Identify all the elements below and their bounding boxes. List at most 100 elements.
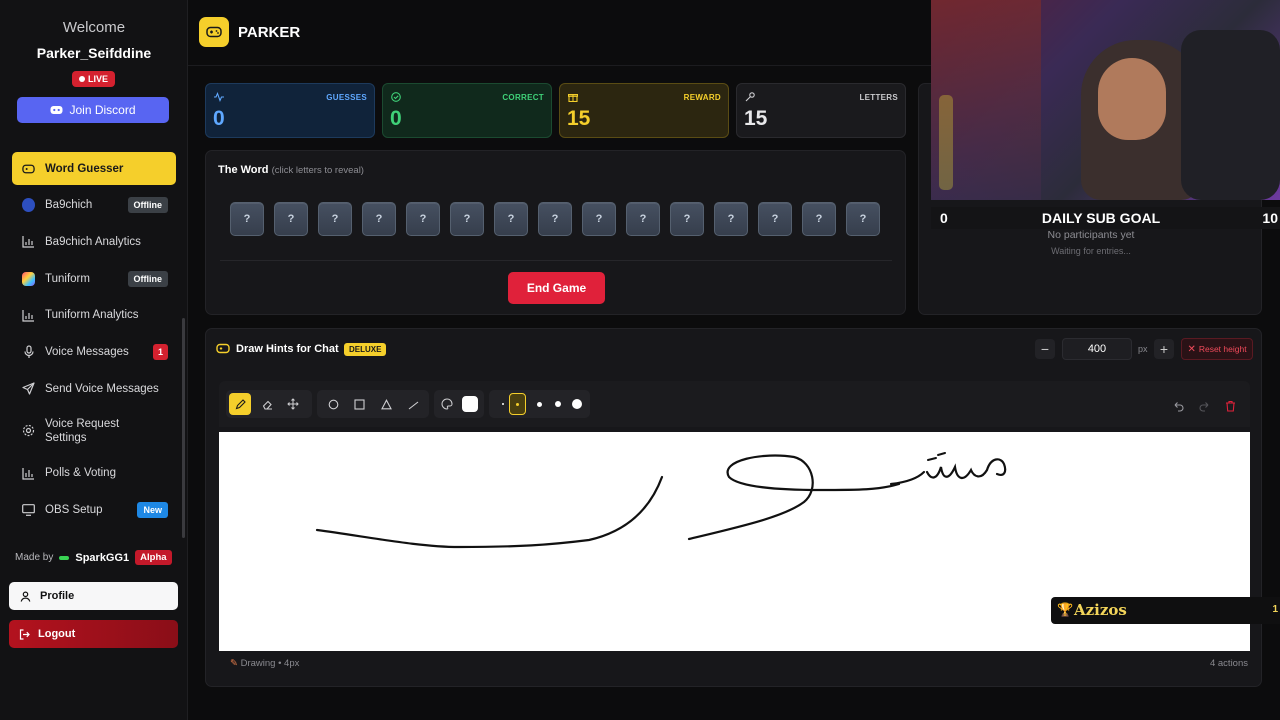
tool-group-color <box>434 390 484 418</box>
author-name[interactable]: SparkGG1 <box>75 552 129 564</box>
letter-tile[interactable]: ? <box>494 202 528 236</box>
sidebar-item-ba9chich-analytics[interactable]: Ba9chich Analytics <box>12 225 176 258</box>
palette-tool[interactable] <box>436 393 458 415</box>
sidebar-item-voice-request-settings[interactable]: Voice Request Settings <box>12 409 176 453</box>
stat-value: 0 <box>390 107 402 130</box>
trash-icon <box>1225 400 1235 412</box>
sidebar-item-label: OBS Setup <box>45 503 103 516</box>
drawn-stroke <box>315 475 664 549</box>
join-discord-label: Join Discord <box>69 103 136 117</box>
height-input[interactable]: 400 <box>1062 338 1132 360</box>
reset-height-button[interactable]: ✕ Reset height <box>1181 338 1253 360</box>
user-icon <box>20 590 31 602</box>
gamepad-logo-icon <box>199 17 229 47</box>
sidebar-item-send-voice-messages[interactable]: Send Voice Messages <box>12 372 176 405</box>
sidebar-item-polls-voting[interactable]: Polls & Voting <box>12 457 176 490</box>
circle-icon <box>328 399 338 409</box>
sidebar-nav: Word Guesser Ba9chich Offline Ba9chich A… <box>12 152 176 530</box>
redo-button[interactable] <box>1194 395 1216 417</box>
letter-tile[interactable]: ? <box>406 202 440 236</box>
join-discord-button[interactable]: Join Discord <box>17 97 169 123</box>
sidebar-item-obs-setup[interactable]: OBS Setup New <box>12 493 176 526</box>
height-increase-button[interactable]: + <box>1154 339 1174 359</box>
palette-icon <box>441 398 453 410</box>
eraser-tool[interactable] <box>256 393 278 415</box>
move-tool[interactable] <box>282 393 304 415</box>
clear-canvas-button[interactable] <box>1219 395 1241 417</box>
sidebar-item-ba9chich[interactable]: Ba9chich Offline <box>12 189 176 222</box>
height-decrease-button[interactable]: − <box>1035 339 1055 359</box>
live-dot-icon <box>78 76 85 82</box>
sidebar-scrollbar[interactable] <box>182 318 185 538</box>
sidebar-item-tuniform[interactable]: Tuniform Offline <box>12 262 176 295</box>
rectangle-tool[interactable] <box>348 393 370 415</box>
check-circle-icon <box>391 92 401 102</box>
webcam-chair <box>1181 30 1280 200</box>
waiting-text: Waiting for entries... <box>1051 246 1131 256</box>
gamepad-icon <box>216 343 230 354</box>
move-icon <box>287 398 299 410</box>
letter-tile[interactable]: ? <box>230 202 264 236</box>
alpha-badge: Alpha <box>135 550 172 565</box>
letter-tile[interactable]: ? <box>626 202 660 236</box>
trophy-icon: 🏆 <box>1057 602 1074 617</box>
sidebar-item-label: Polls & Voting <box>45 467 116 479</box>
stat-card-reward: REWARD 15 <box>559 83 729 138</box>
stat-card-letters: LETTERS 15 <box>736 83 906 138</box>
webcam-overlay <box>931 0 1280 200</box>
made-by-label: Made by <box>15 552 54 563</box>
actions-count: 4 actions <box>1209 658 1248 669</box>
letter-tile[interactable]: ? <box>318 202 352 236</box>
brush-size-4[interactable] <box>509 393 526 415</box>
brush-size-12[interactable] <box>566 393 588 415</box>
sidebar-item-label: Tuniform <box>45 272 90 285</box>
letter-tile[interactable]: ? <box>582 202 616 236</box>
gear-icon <box>22 424 35 437</box>
letter-tile[interactable]: ? <box>758 202 792 236</box>
triangle-tool[interactable] <box>375 393 397 415</box>
word-panel: The Word (click letters to reveal) ?????… <box>205 150 906 315</box>
undo-button[interactable] <box>1167 395 1189 417</box>
divider <box>220 260 892 261</box>
letter-tile[interactable]: ? <box>802 202 836 236</box>
size-dot-icon <box>572 399 582 409</box>
sidebar-item-label: Ba9chich <box>45 199 93 212</box>
letter-tile[interactable]: ? <box>450 202 484 236</box>
gift-icon <box>568 94 578 102</box>
microphone-icon <box>22 345 35 358</box>
letter-tile[interactable]: ? <box>714 202 748 236</box>
stat-label: GUESSES <box>326 93 367 102</box>
webcam-face <box>1098 58 1166 140</box>
deluxe-badge: DELUXE <box>344 343 387 356</box>
sidebar-item-word-guesser[interactable]: Word Guesser <box>12 152 176 185</box>
letter-tile[interactable]: ? <box>538 202 572 236</box>
goal-title: DAILY SUB GOAL <box>1041 210 1161 226</box>
letter-tile[interactable]: ? <box>846 202 880 236</box>
sidebar-item-tuniform-analytics[interactable]: Tuniform Analytics <box>12 299 176 332</box>
username: Parker_Seifddine <box>36 45 152 61</box>
sidebar-item-label: Ba9chich Analytics <box>45 235 141 248</box>
triangle-icon <box>380 398 392 409</box>
letter-tile[interactable]: ? <box>670 202 704 236</box>
sidebar-item-voice-messages[interactable]: Voice Messages 1 <box>12 335 176 368</box>
profile-button[interactable]: Profile <box>9 582 178 610</box>
circle-tool[interactable] <box>322 393 344 415</box>
letter-tile[interactable]: ? <box>274 202 308 236</box>
stat-label: CORRECT <box>502 93 544 102</box>
letter-tile[interactable]: ? <box>362 202 396 236</box>
line-tool[interactable] <box>402 393 424 415</box>
daily-sub-goal-bar: 0 DAILY SUB GOAL 10 <box>931 207 1280 229</box>
webcam-shelf <box>931 0 1041 200</box>
pencil-tool[interactable] <box>229 393 251 415</box>
draw-title: Draw Hints for Chat <box>236 343 339 355</box>
logout-button[interactable]: Logout <box>9 620 178 648</box>
size-dot-icon <box>516 402 519 406</box>
end-game-button[interactable]: End Game <box>508 272 605 304</box>
drawing-status: ✎ Drawing • 4px <box>230 658 299 669</box>
welcome-text: Welcome <box>62 19 126 36</box>
live-badge: LIVE <box>72 71 115 87</box>
color-swatch[interactable] <box>459 393 481 415</box>
word-hint: (click letters to reveal) <box>271 165 364 176</box>
drawing-toolbar <box>219 381 1250 427</box>
tool-group-brush-size <box>489 390 590 418</box>
